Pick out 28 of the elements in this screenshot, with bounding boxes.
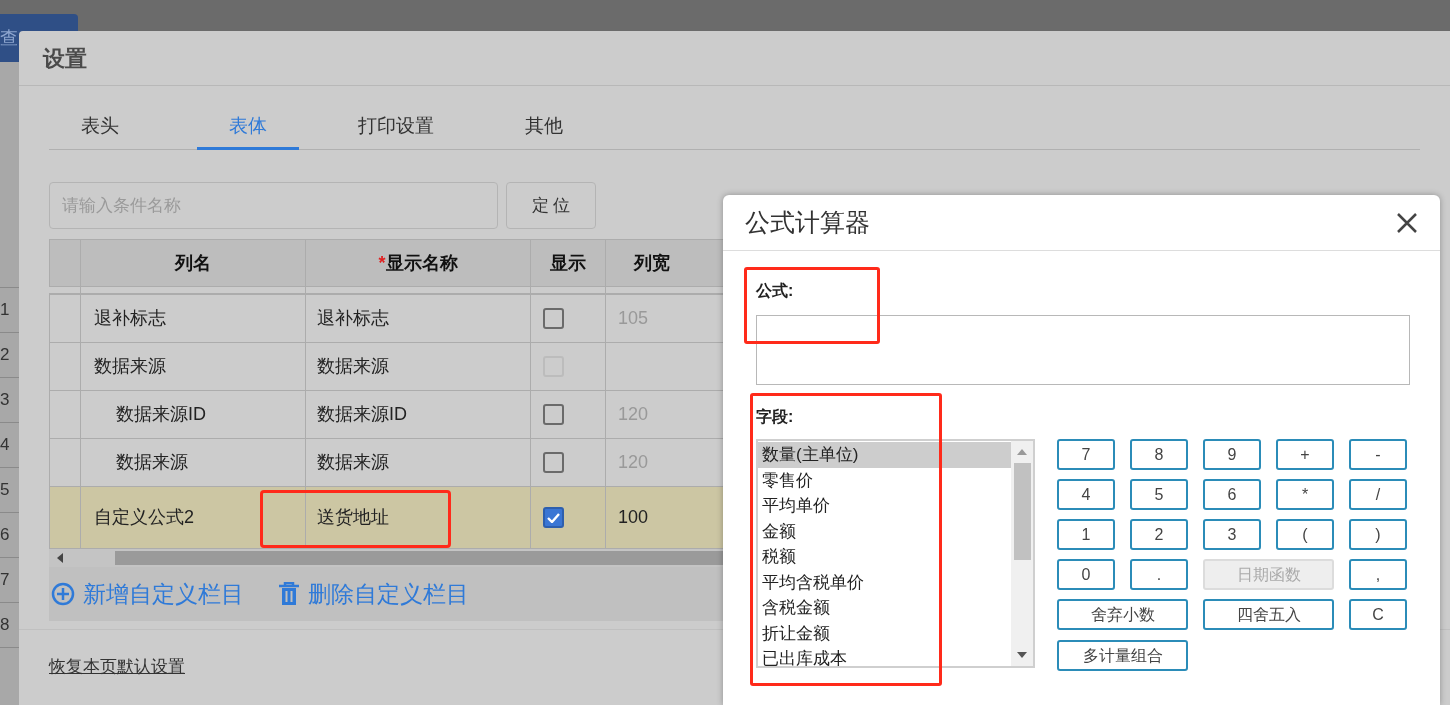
table-cell-text: 数据来源 [317, 451, 389, 474]
table-cell-text: 自定义公式2 [94, 506, 194, 529]
column-header: 列名 [81, 240, 306, 286]
row-number: 7 [0, 569, 10, 592]
fields-label: 字段: [756, 407, 795, 427]
table-cell-text: 退补标志 [94, 307, 166, 330]
table-cell-text: 退补标志 [317, 307, 389, 330]
row-number: 3 [0, 389, 10, 412]
table-cell-text: 送货地址 [317, 506, 389, 529]
table-cell-text: 数据来源 [116, 451, 188, 474]
row-number: 2 [0, 344, 10, 367]
row-number: 8 [0, 614, 10, 637]
table-cell-text: 数据来源 [317, 355, 389, 378]
dialog-title: 公式计算器 [745, 206, 870, 238]
table-cell-text: 数据来源ID [116, 403, 206, 426]
row-number: 6 [0, 524, 10, 547]
dialog-title: 设置 [43, 44, 87, 73]
table-cell-text: 数据来源ID [317, 403, 407, 426]
table-cell-text: 100 [618, 506, 649, 529]
column-header: 列宽 [632, 251, 671, 275]
table-cell-text: 数据来源 [94, 355, 166, 378]
column-header: *显示名称 [306, 240, 531, 286]
formula-label: 公式: [756, 281, 795, 301]
column-header: 显示 [531, 240, 606, 286]
row-number: 1 [0, 299, 10, 322]
row-number: 4 [0, 434, 10, 457]
function-button: 日期函数 [1203, 559, 1334, 590]
row-number: 5 [0, 479, 10, 502]
